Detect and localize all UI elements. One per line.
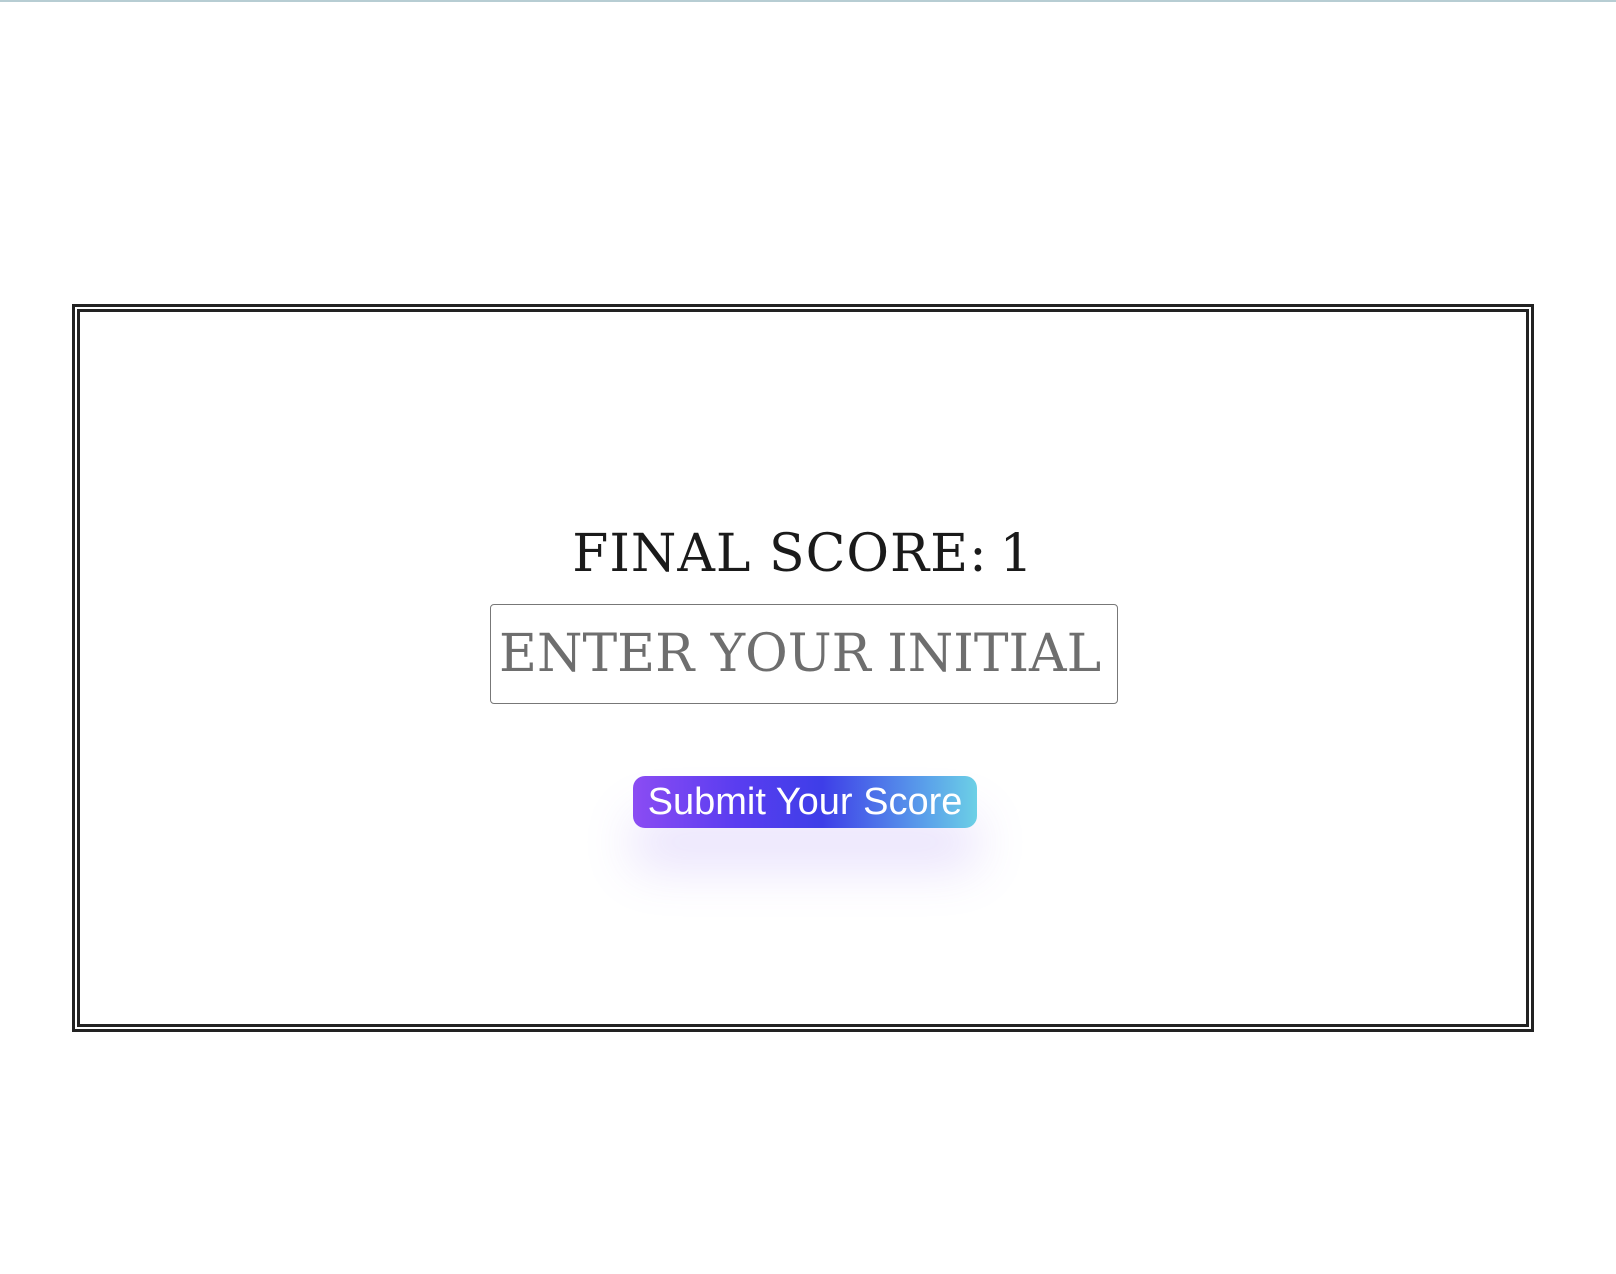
- submit-score-button[interactable]: Submit Your Score: [633, 776, 977, 828]
- score-card-content: FINAL SCORE:1 Submit Your Score: [80, 312, 1526, 1024]
- score-card-frame: FINAL SCORE:1 Submit Your Score: [72, 304, 1534, 1032]
- final-score-value: 1: [999, 524, 1034, 584]
- top-divider: [0, 0, 1616, 2]
- final-score-label: FINAL SCORE:: [572, 524, 988, 584]
- initials-input[interactable]: [490, 604, 1118, 704]
- final-score-heading: FINAL SCORE: 1: [80, 524, 1526, 584]
